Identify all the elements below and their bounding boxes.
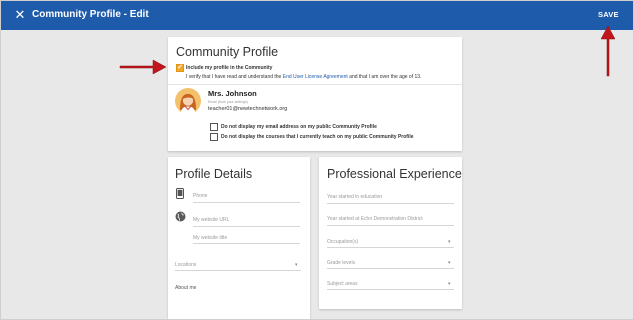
profile-details-title: Profile Details (175, 167, 253, 181)
annotation-arrow-up-icon (600, 25, 616, 77)
year-started-district-underline (327, 225, 454, 226)
include-profile-checkbox[interactable]: ✓ (176, 64, 184, 72)
occupations-underline (327, 247, 454, 248)
user-name: Mrs. Johnson (208, 89, 257, 98)
email-caption: Email (from your settings) (208, 100, 248, 104)
email-value: teacher01@newtechnetwork.org (208, 106, 288, 112)
website-url-underline (193, 226, 300, 227)
hide-email-label: Do not display my email address on my pu… (221, 124, 377, 130)
save-button[interactable]: SAVE (598, 10, 619, 19)
eula-link[interactable]: End User License Agreement (283, 74, 348, 80)
grade-levels-select[interactable]: Grade levels (327, 260, 355, 266)
hide-email-checkbox[interactable] (210, 123, 218, 131)
website-title-underline (193, 243, 300, 244)
page-title: Community Profile - Edit (32, 9, 149, 20)
subject-areas-underline (327, 289, 454, 290)
year-started-district-input[interactable]: Year started at Echo Demonstration Distr… (327, 216, 423, 222)
website-title-input[interactable]: My website title (193, 235, 227, 241)
grade-levels-underline (327, 268, 454, 269)
year-started-education-input[interactable]: Year started in education (327, 194, 382, 200)
community-profile-card: Community Profile ✓ Include my profile i… (168, 37, 462, 151)
card-divider (168, 84, 462, 85)
top-app-bar: ✕ Community Profile - Edit SAVE (1, 1, 633, 30)
year-started-education-underline (327, 203, 454, 204)
hide-courses-label: Do not display the courses that I curren… (221, 134, 414, 140)
grade-levels-dropdown-icon[interactable]: ▾ (448, 260, 451, 266)
phone-underline (193, 202, 300, 203)
professional-experience-title: Professional Experience (327, 167, 462, 181)
locations-underline (175, 270, 301, 271)
subject-areas-dropdown-icon[interactable]: ▾ (448, 281, 451, 287)
hide-courses-checkbox[interactable] (210, 133, 218, 141)
verify-statement: I verify that I have read and understand… (186, 74, 421, 80)
avatar (175, 88, 201, 114)
verify-text-before: I verify that I have read and understand… (186, 74, 282, 80)
close-icon[interactable]: ✕ (13, 8, 27, 22)
about-me-label[interactable]: About me (175, 285, 196, 291)
occupations-select[interactable]: Occupation(s) (327, 239, 358, 245)
annotation-arrow-right-icon (119, 59, 167, 75)
profile-details-card: Profile Details Phone My website URL My … (168, 157, 310, 319)
verify-text-after: and that I am over the age of 13. (349, 74, 422, 80)
subject-areas-select[interactable]: Subject areas (327, 281, 358, 287)
locations-select[interactable]: Locations (175, 262, 196, 268)
professional-experience-card: Professional Experience Year started in … (319, 157, 462, 309)
globe-icon (175, 211, 186, 222)
website-url-input[interactable]: My website URL (193, 217, 229, 223)
phone-input[interactable]: Phone (193, 193, 207, 199)
phone-icon (176, 188, 184, 199)
locations-dropdown-icon[interactable]: ▾ (295, 262, 298, 268)
app-window: ✕ Community Profile - Edit SAVE Communit… (0, 0, 634, 320)
occupations-dropdown-icon[interactable]: ▾ (448, 239, 451, 245)
include-profile-label: Include my profile in the Community (186, 65, 273, 71)
community-profile-title: Community Profile (176, 45, 279, 59)
